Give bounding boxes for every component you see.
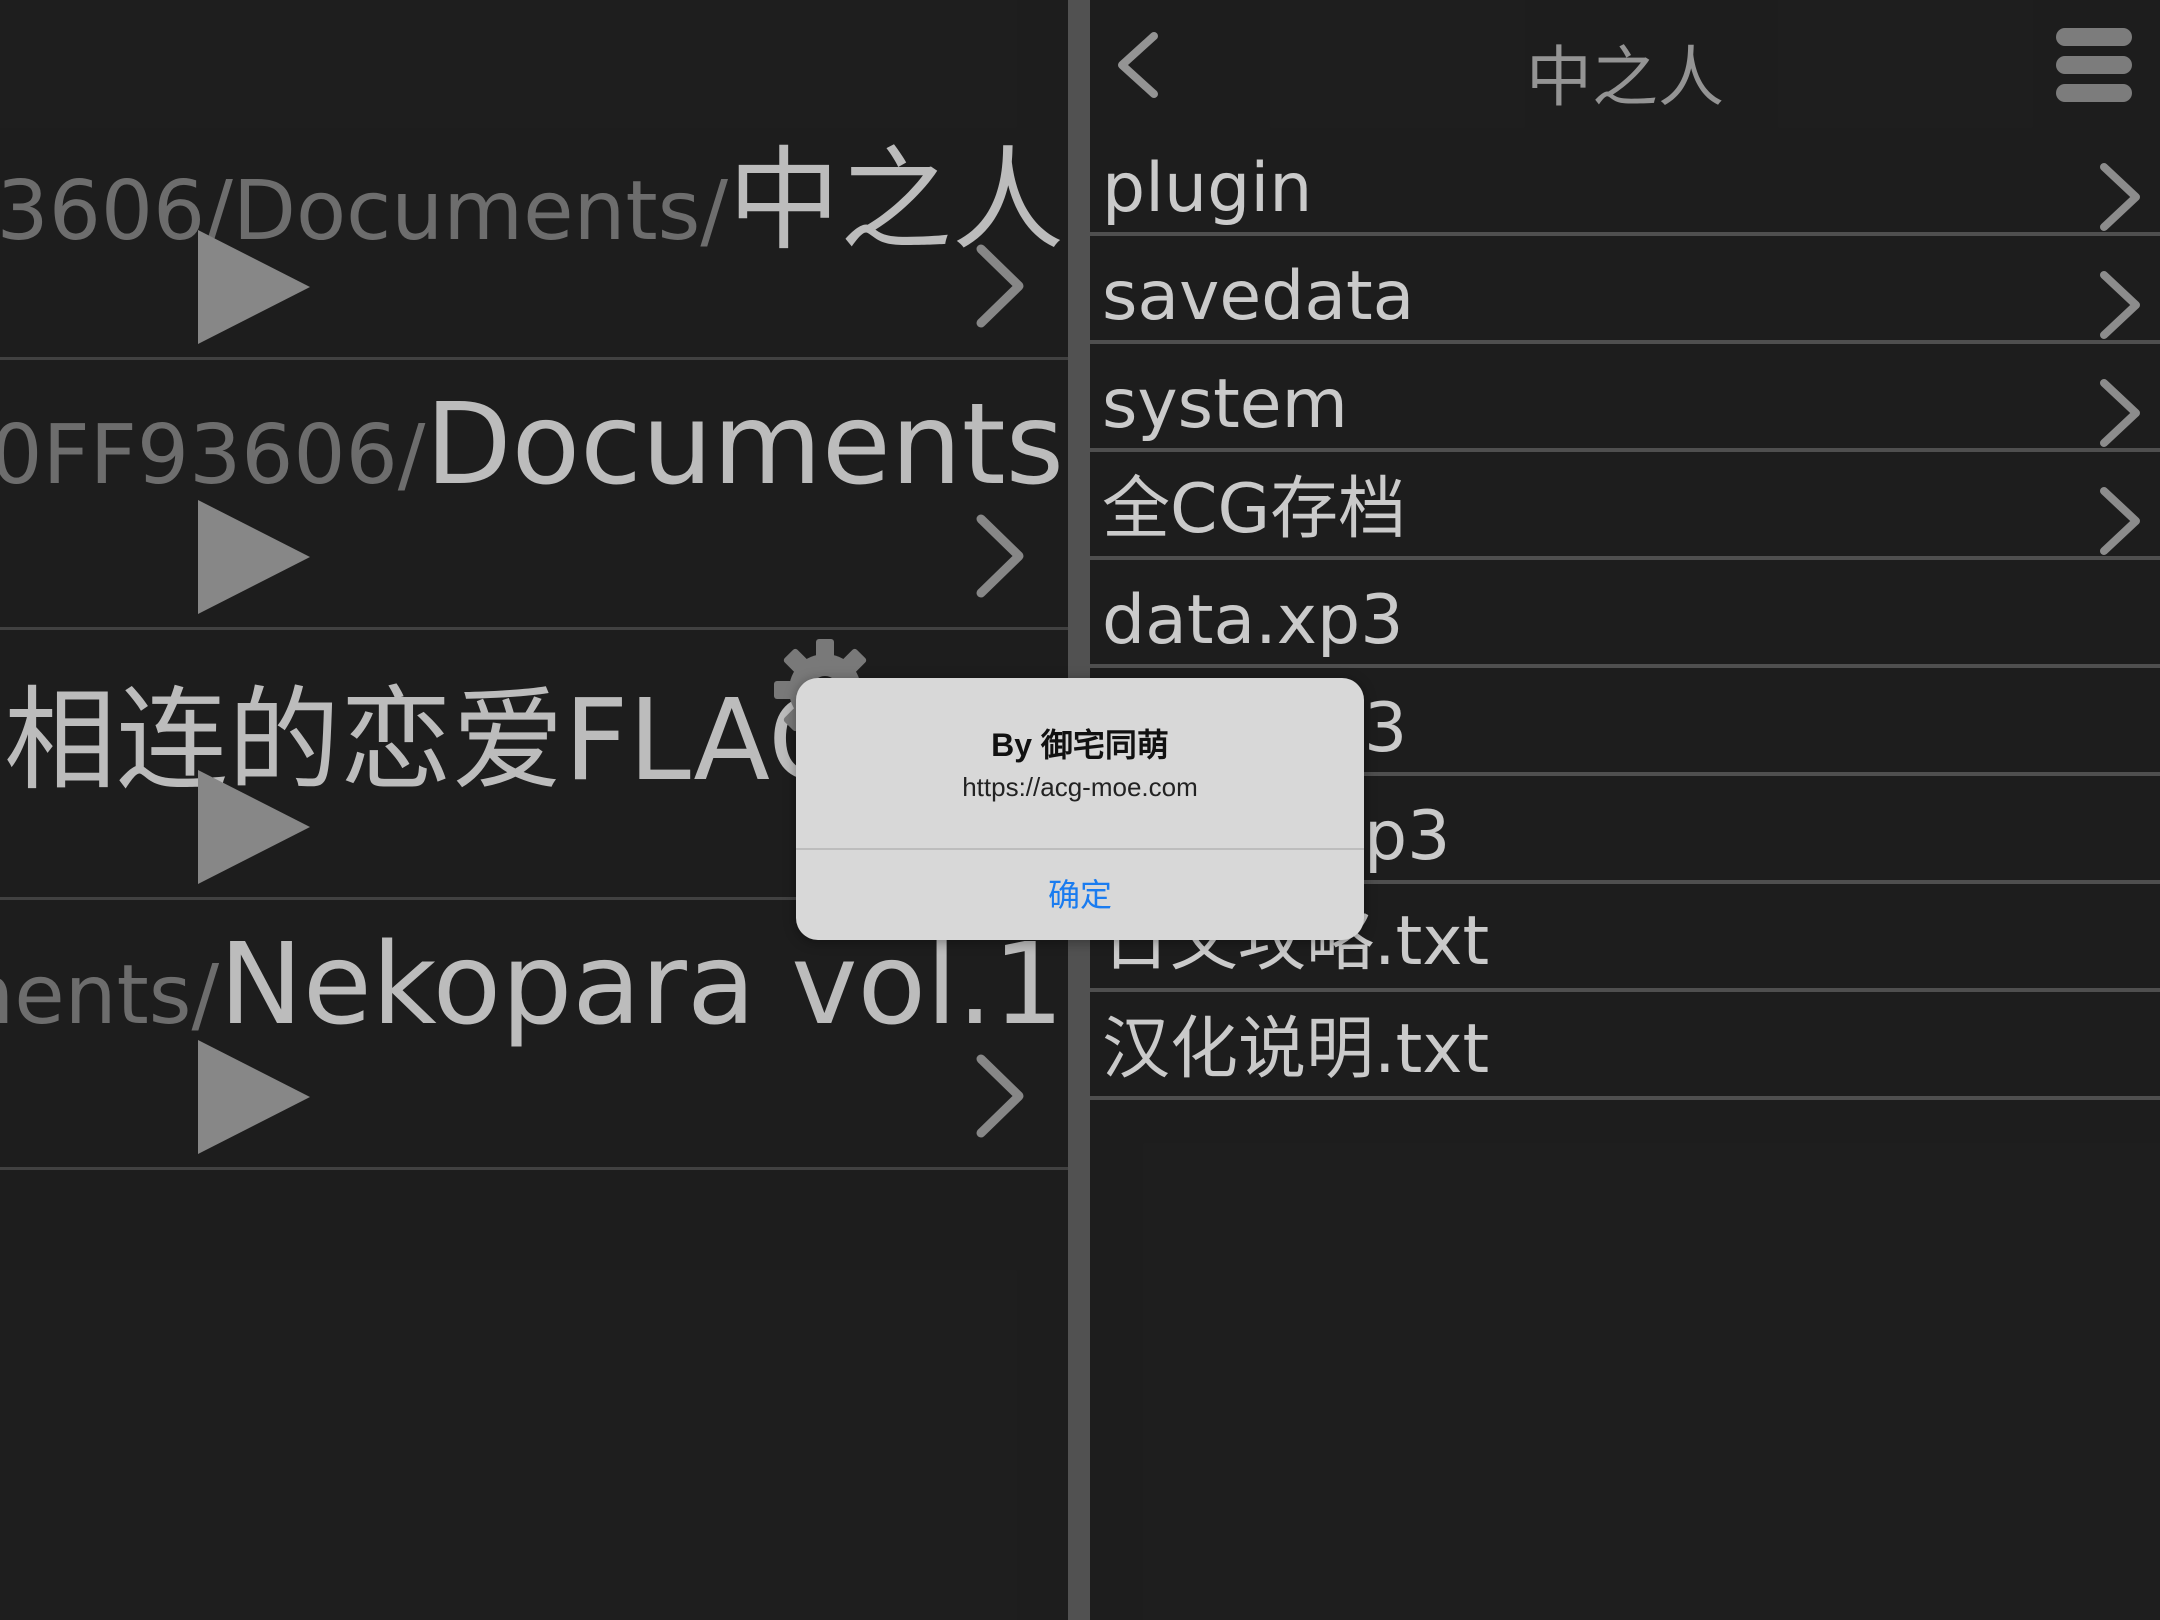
alert-title: By 御宅同萌 [991,727,1169,763]
alert-message: https://acg-moe.com [962,772,1198,802]
screen: F93606/Documents/中之人 74F0FF93606/Documen… [0,0,2160,1620]
alert-dialog: By 御宅同萌 https://acg-moe.com 确定 [796,678,1364,940]
confirm-button[interactable]: 确定 [796,850,1364,940]
